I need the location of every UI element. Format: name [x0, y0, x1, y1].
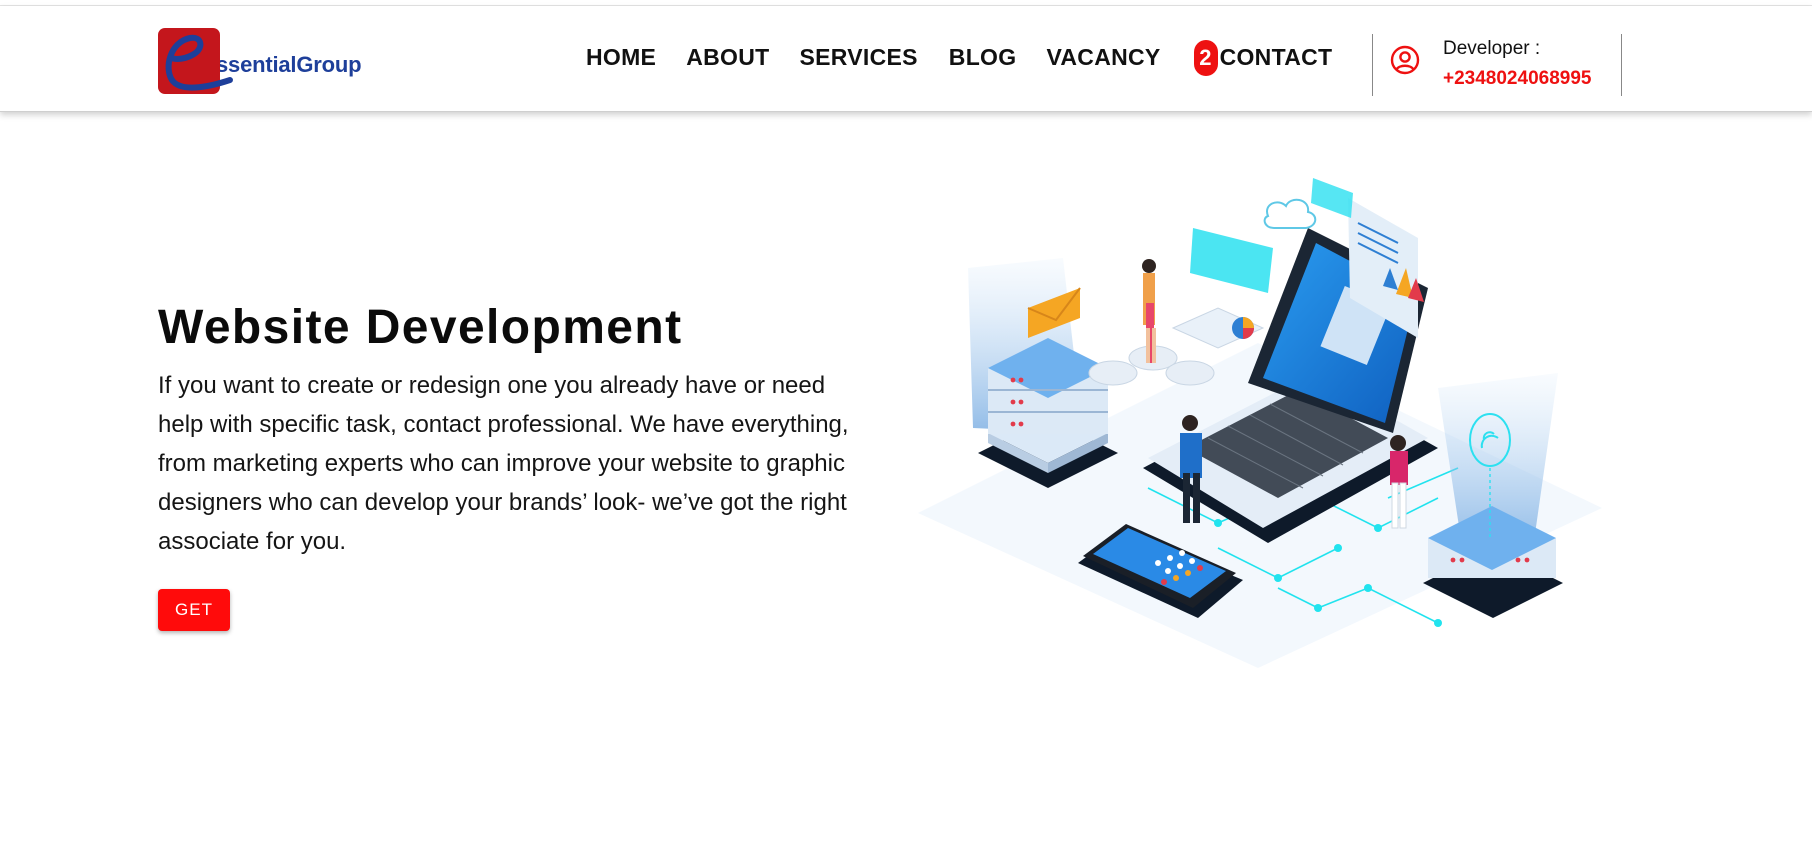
vacancy-count-badge: 2: [1193, 40, 1218, 76]
brand-logo[interactable]: ssentialGroup: [158, 26, 398, 96]
nav-services[interactable]: SERVICES: [799, 44, 917, 71]
nav-vacancy[interactable]: VACANCY 2: [1046, 40, 1218, 76]
nav-vacancy-label: VACANCY: [1046, 44, 1161, 70]
get-button[interactable]: GET: [158, 589, 230, 631]
nav-blog[interactable]: BLOG: [949, 44, 1017, 71]
logo-mark: [158, 28, 233, 94]
nav-divider-right: [1621, 34, 1622, 96]
user-circle-icon: [1390, 45, 1420, 75]
hero-title: Website Development: [158, 301, 683, 354]
developer-phone[interactable]: +2348024068995: [1443, 68, 1591, 90]
web-development-illustration: [918, 178, 1602, 668]
hero-description: If you want to create or redesign one yo…: [158, 372, 849, 555]
developer-contact[interactable]: Developer : +2348024068995: [1390, 36, 1610, 96]
nav-home[interactable]: HOME: [586, 44, 656, 71]
main-nav: HOME ABOUT SERVICES BLOG VACANCY 2 CONTAC…: [586, 40, 1333, 76]
nav-about[interactable]: ABOUT: [686, 44, 769, 71]
developer-label: Developer :: [1443, 38, 1541, 59]
navbar: ssentialGroup HOME ABOUT SERVICES BLOG V…: [0, 6, 1812, 112]
nav-divider-left: [1372, 34, 1373, 96]
nav-contact[interactable]: CONTACT: [1220, 44, 1333, 71]
logo-e-icon: [165, 34, 233, 91]
